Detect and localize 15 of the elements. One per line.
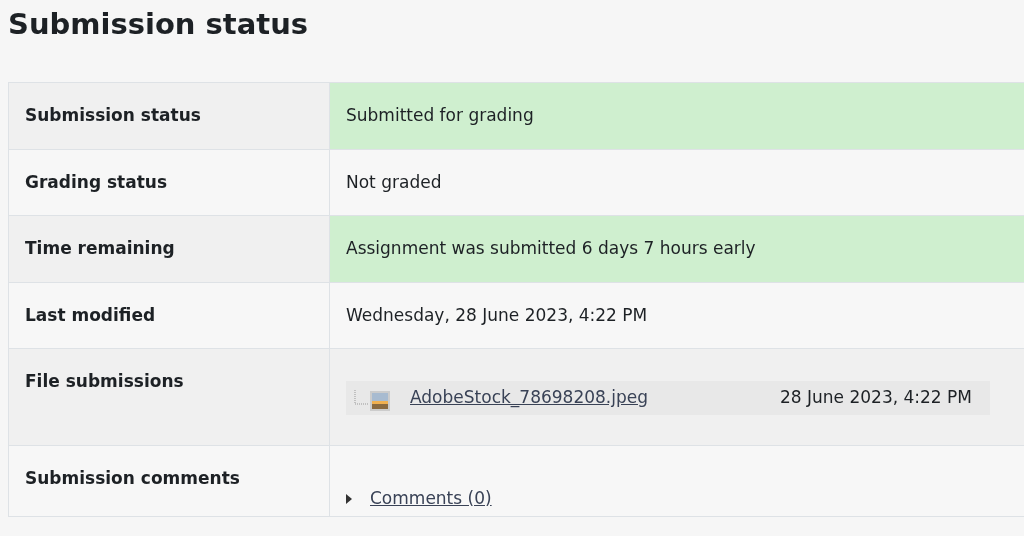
row-label: Submission comments	[8, 446, 330, 516]
comments-link[interactable]: Comments (0)	[370, 488, 492, 508]
row-label: Grading status	[8, 149, 330, 215]
toggle-icon[interactable]	[346, 494, 352, 504]
row-label: File submissions	[8, 349, 330, 445]
tree-connector	[354, 390, 368, 406]
row-value: Submitted for grading	[330, 83, 1024, 149]
row-label: Submission status	[8, 83, 330, 149]
image-icon	[370, 391, 390, 411]
row-value: Assignment was submitted 6 days 7 hours early	[330, 216, 1024, 282]
page-heading: Submission status	[8, 6, 310, 43]
row-label: Last modified	[8, 282, 330, 348]
file-date: 28 June 2023, 4:22 PM	[779, 386, 972, 410]
file-link[interactable]: AdobeStock_78698208.jpeg	[410, 385, 649, 411]
row-label: Time remaining	[8, 216, 330, 282]
